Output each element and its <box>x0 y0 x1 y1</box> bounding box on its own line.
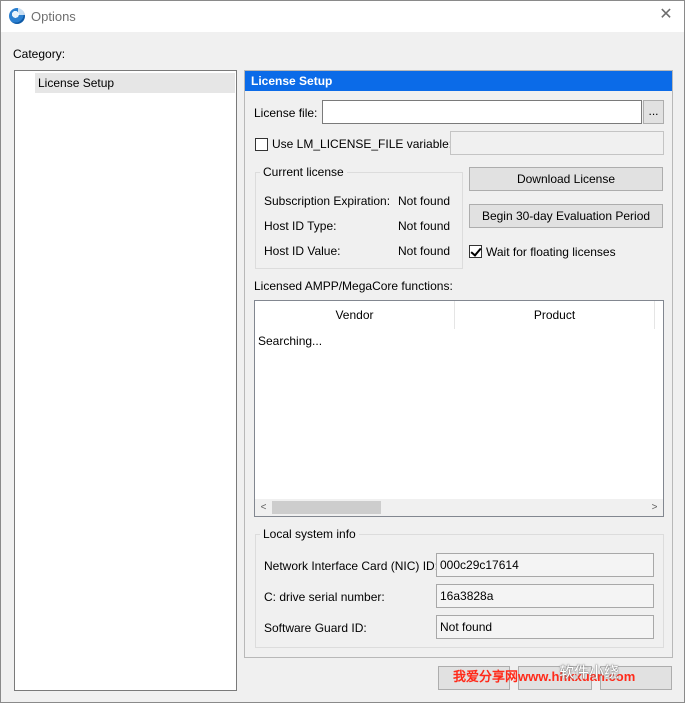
panel-header: License Setup <box>245 71 672 91</box>
software-guard-label: Software Guard ID: <box>264 621 367 635</box>
software-guard-field[interactable]: Not found <box>436 615 654 639</box>
column-header-vendor[interactable]: Vendor <box>255 301 455 329</box>
watermark-logo: 软件小绕 <box>559 664 620 681</box>
lm-license-label: Use LM_LICENSE_FILE variable: <box>272 137 453 151</box>
lm-license-checkbox[interactable] <box>255 138 268 151</box>
subscription-expiration-label: Subscription Expiration: <box>264 194 391 208</box>
window-title: Options <box>31 9 76 24</box>
horizontal-scrollbar[interactable]: < > <box>255 499 663 516</box>
scrollbar-thumb[interactable] <box>272 501 381 514</box>
download-license-button[interactable]: Download License <box>469 167 663 191</box>
drive-serial-field[interactable]: 16a3828a <box>436 584 654 608</box>
nic-id-label: Network Interface Card (NIC) ID: <box>264 559 439 573</box>
category-label: Category: <box>13 47 66 61</box>
options-dialog: Options ✕ Category: License Setup Licens… <box>0 0 685 703</box>
drive-serial-label: C: drive serial number: <box>264 590 385 604</box>
floating-licenses-checkbox[interactable] <box>469 245 482 258</box>
floating-licenses-label: Wait for floating licenses <box>486 245 616 259</box>
category-item-license-setup[interactable]: License Setup <box>35 73 235 93</box>
host-id-type-value: Not found <box>398 219 451 233</box>
local-system-title: Local system info <box>260 527 359 541</box>
title-bar: Options ✕ <box>1 1 684 32</box>
subscription-expiration-value: Not found <box>398 194 451 208</box>
category-tree[interactable]: License Setup <box>14 70 237 691</box>
scroll-left-icon[interactable]: < <box>255 499 272 516</box>
searching-status: Searching... <box>258 334 323 348</box>
column-header-product[interactable]: Product <box>455 301 655 329</box>
host-id-value-label: Host ID Value: <box>264 244 341 258</box>
functions-label: Licensed AMPP/MegaCore functions: <box>254 279 453 293</box>
host-id-value-value: Not found <box>398 244 451 258</box>
app-globe-icon <box>9 8 25 24</box>
evaluation-period-button[interactable]: Begin 30-day Evaluation Period <box>469 204 663 228</box>
scroll-right-icon[interactable]: > <box>646 499 663 516</box>
license-file-input[interactable] <box>322 100 642 124</box>
host-id-type-label: Host ID Type: <box>264 219 337 233</box>
nic-id-field[interactable]: 000c29c17614 <box>436 553 654 577</box>
lm-license-input <box>450 131 664 155</box>
functions-list[interactable]: Vendor Product Searching... < > <box>254 300 664 517</box>
license-setup-panel: License Setup License file: ... Use LM_L… <box>244 70 673 658</box>
close-icon[interactable]: ✕ <box>658 6 674 24</box>
license-file-label: License file: <box>254 106 318 120</box>
current-license-title: Current license <box>260 165 347 179</box>
browse-button[interactable]: ... <box>643 100 664 124</box>
